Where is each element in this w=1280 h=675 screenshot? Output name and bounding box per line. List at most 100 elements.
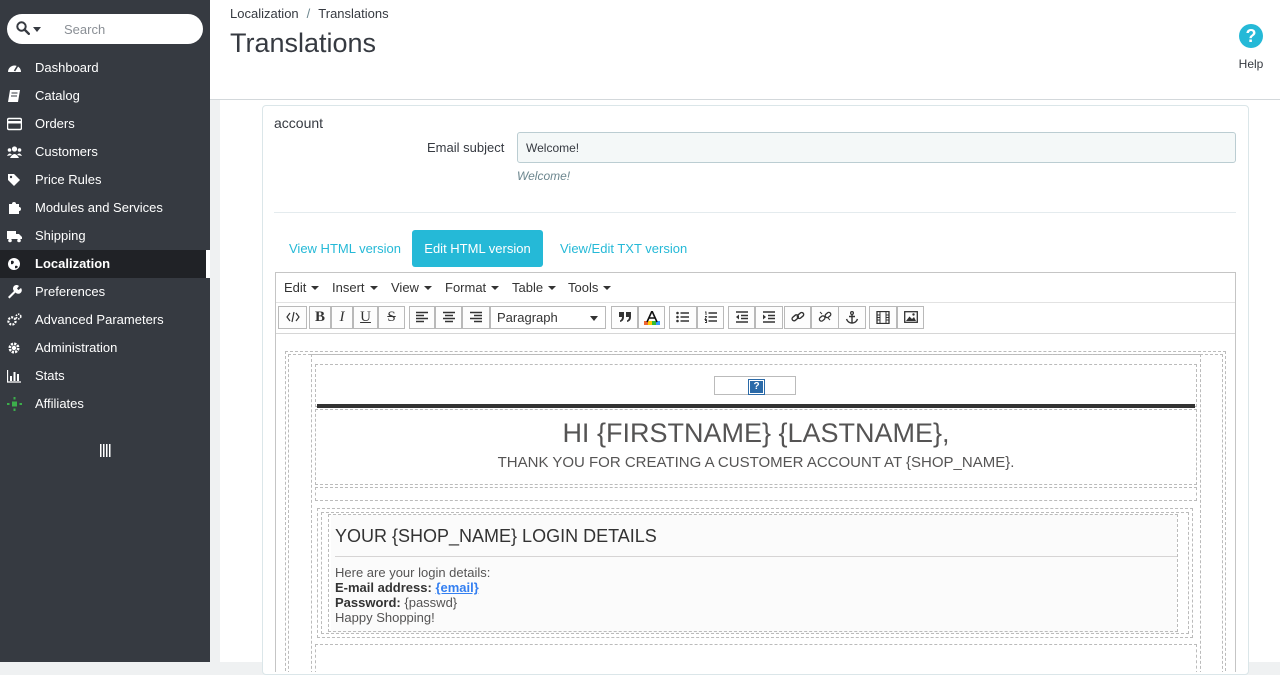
login-divider (335, 556, 1177, 557)
menu-tools[interactable]: Tools (568, 280, 612, 295)
breadcrumb-item[interactable]: Localization (230, 6, 299, 21)
search-bar[interactable]: Search (7, 14, 203, 44)
align-right-icon (470, 311, 482, 323)
sidebar-item-label: Price Rules (35, 172, 102, 187)
menu-label: Format (445, 280, 487, 295)
page-title: Translations (230, 28, 377, 58)
menu-label: Tools (568, 280, 599, 295)
search-icon[interactable] (16, 21, 30, 35)
align-left-button[interactable] (409, 306, 435, 329)
closing-text: Happy Shopping! (335, 610, 435, 625)
sidebar-item-label: Customers (35, 144, 98, 159)
globe-icon (8, 258, 20, 270)
email-label: E-mail address: (335, 580, 432, 595)
password-label: Password: (335, 595, 401, 610)
breadcrumb-separator: / (306, 6, 311, 21)
insert-link-button[interactable] (784, 306, 811, 329)
password-line: Password: {passwd} (335, 595, 457, 610)
align-center-button[interactable] (435, 306, 462, 329)
email-link[interactable]: {email} (435, 580, 478, 595)
menu-view[interactable]: View (391, 280, 432, 295)
sidebar-item-shipping[interactable]: Shipping (0, 222, 210, 250)
email-subject-label: Email subject (427, 140, 505, 155)
tab-edit-html[interactable]: Edit HTML version (412, 230, 543, 267)
align-right-button[interactable] (462, 306, 490, 329)
breadcrumb: Localization / Translations (230, 6, 389, 21)
menu-label: View (391, 280, 419, 295)
help-label[interactable]: Help (1236, 57, 1266, 71)
link-icon (790, 311, 804, 322)
text-color-button[interactable] (638, 306, 665, 329)
align-left-icon (416, 311, 428, 323)
users-icon (7, 146, 22, 158)
outdent-button[interactable] (728, 306, 755, 329)
sidebar-item-advanced-parameters[interactable]: Advanced Parameters (0, 306, 210, 334)
email-subject-input[interactable] (517, 132, 1236, 163)
breadcrumb-item: Translations (318, 6, 389, 21)
sidebar-item-price-rules[interactable]: Price Rules (0, 166, 210, 194)
bullet-list-button[interactable] (669, 306, 697, 329)
help-button[interactable]: ? Help (1236, 24, 1266, 71)
sidebar-item-preferences[interactable]: Preferences (0, 278, 210, 306)
book-icon (8, 90, 20, 102)
sidebar-item-label: Preferences (35, 284, 106, 299)
bold-button[interactable]: B (309, 306, 331, 329)
sidebar-item-affiliates[interactable]: Affiliates (0, 390, 210, 418)
menu-format[interactable]: Format (445, 280, 500, 295)
tab-edit-txt[interactable]: View/Edit TXT version (544, 230, 703, 267)
sidebar: Search Dashboard Catalog Orders Customer… (0, 0, 210, 662)
divider (274, 212, 1236, 213)
indent-button[interactable] (755, 306, 783, 329)
tab-view-html[interactable]: View HTML version (273, 230, 417, 267)
anchor-icon (845, 311, 859, 324)
blockquote-button[interactable] (611, 306, 638, 329)
shop-logo[interactable]: ? (714, 376, 796, 395)
affiliates-icon (7, 397, 22, 411)
insert-image-button[interactable] (897, 306, 924, 329)
login-intro: Here are your login details: (335, 565, 491, 580)
sidebar-item-localization[interactable]: Localization (0, 250, 210, 278)
email-line: E-mail address: {email} (335, 580, 479, 595)
menu-edit[interactable]: Edit (284, 280, 320, 295)
italic-button[interactable]: I (331, 306, 353, 329)
chevron-down-icon (369, 286, 378, 290)
underline-button[interactable]: U (353, 306, 378, 329)
sidebar-item-dashboard[interactable]: Dashboard (0, 54, 210, 82)
rich-text-editor: Edit Insert View Format Table Tools B I … (275, 272, 1236, 672)
sidebar-item-modules[interactable]: Modules and Services (0, 194, 210, 222)
chevron-down-icon[interactable] (33, 27, 41, 32)
header-rule (317, 404, 1195, 408)
unlink-icon (818, 311, 832, 322)
align-center-icon (442, 311, 455, 323)
film-icon (876, 310, 890, 325)
source-code-button[interactable] (278, 306, 307, 329)
collapse-sidebar-icon[interactable] (100, 444, 111, 457)
sidebar-item-administration[interactable]: Administration (0, 334, 210, 362)
help-icon[interactable]: ? (1239, 24, 1263, 48)
chevron-down-icon (311, 286, 320, 290)
remove-link-button[interactable] (811, 306, 839, 329)
menu-label: Edit (284, 280, 307, 295)
image-icon (903, 311, 918, 323)
code-icon (285, 311, 300, 323)
menu-insert[interactable]: Insert (332, 280, 378, 295)
section-title: account (274, 115, 324, 131)
editor-toolbar: B I U S Paragraph (276, 303, 1235, 334)
format-select[interactable]: Paragraph (490, 306, 606, 329)
sidebar-item-stats[interactable]: Stats (0, 362, 210, 390)
insert-media-button[interactable] (869, 306, 897, 329)
numbered-list-button[interactable] (697, 306, 724, 329)
menu-table[interactable]: Table (512, 280, 557, 295)
page-header: Localization / Translations Translations ?… (210, 0, 1280, 100)
editor-content[interactable]: ? HI {FIRSTNAME} {LASTNAME}, THANK YOU F… (276, 334, 1235, 672)
anchor-button[interactable] (838, 306, 866, 329)
gear-icon (8, 342, 20, 354)
search-input[interactable]: Search (64, 22, 105, 37)
email-subject-hint: Welcome! (517, 169, 571, 183)
sidebar-item-customers[interactable]: Customers (0, 138, 210, 166)
sidebar-item-orders[interactable]: Orders (0, 110, 210, 138)
login-details-title: YOUR {SHOP_NAME} LOGIN DETAILS (335, 526, 657, 546)
sidebar-item-catalog[interactable]: Catalog (0, 82, 210, 110)
strikethrough-button[interactable]: S (378, 306, 405, 329)
editor-menubar: Edit Insert View Format Table Tools (276, 273, 1235, 303)
